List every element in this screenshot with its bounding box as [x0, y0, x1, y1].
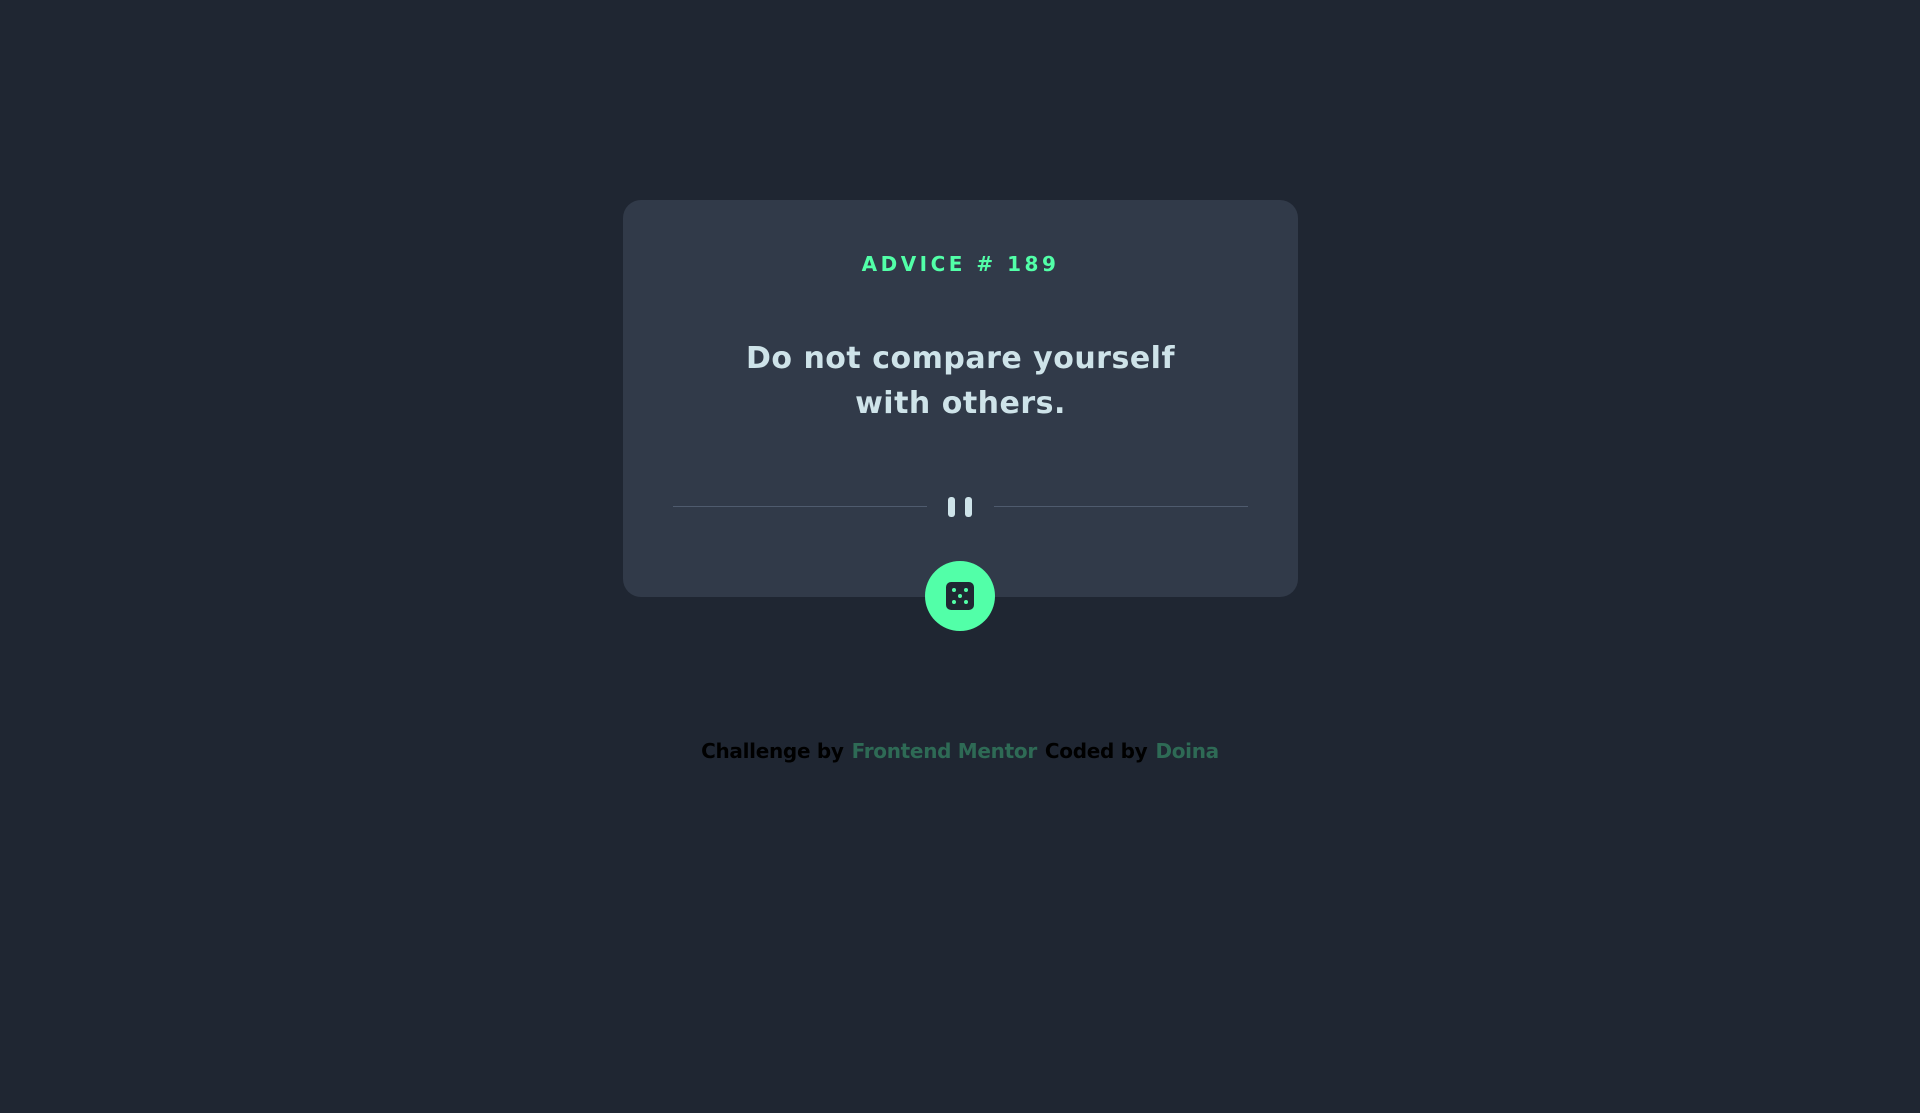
divider-line-right [994, 506, 1248, 507]
new-advice-button[interactable] [925, 561, 995, 631]
pattern-divider [673, 495, 1248, 519]
challenge-by-label: Challenge by [701, 739, 844, 763]
advice-id: ADVICE # 189 [861, 252, 1060, 276]
attribution: Challenge by Frontend Mentor Coded by Doina [0, 739, 1920, 763]
divider-line-left [673, 506, 927, 507]
dice-icon [946, 582, 974, 610]
pause-icon [946, 497, 974, 517]
author-link[interactable]: Doina [1155, 739, 1219, 763]
advice-quote: Do not compare yourself with others. [745, 341, 1176, 421]
frontend-mentor-link[interactable]: Frontend Mentor [852, 739, 1038, 763]
advice-card: ADVICE # 189 Do not compare yourself wit… [623, 200, 1298, 597]
coded-by-label: Coded by [1044, 739, 1148, 763]
